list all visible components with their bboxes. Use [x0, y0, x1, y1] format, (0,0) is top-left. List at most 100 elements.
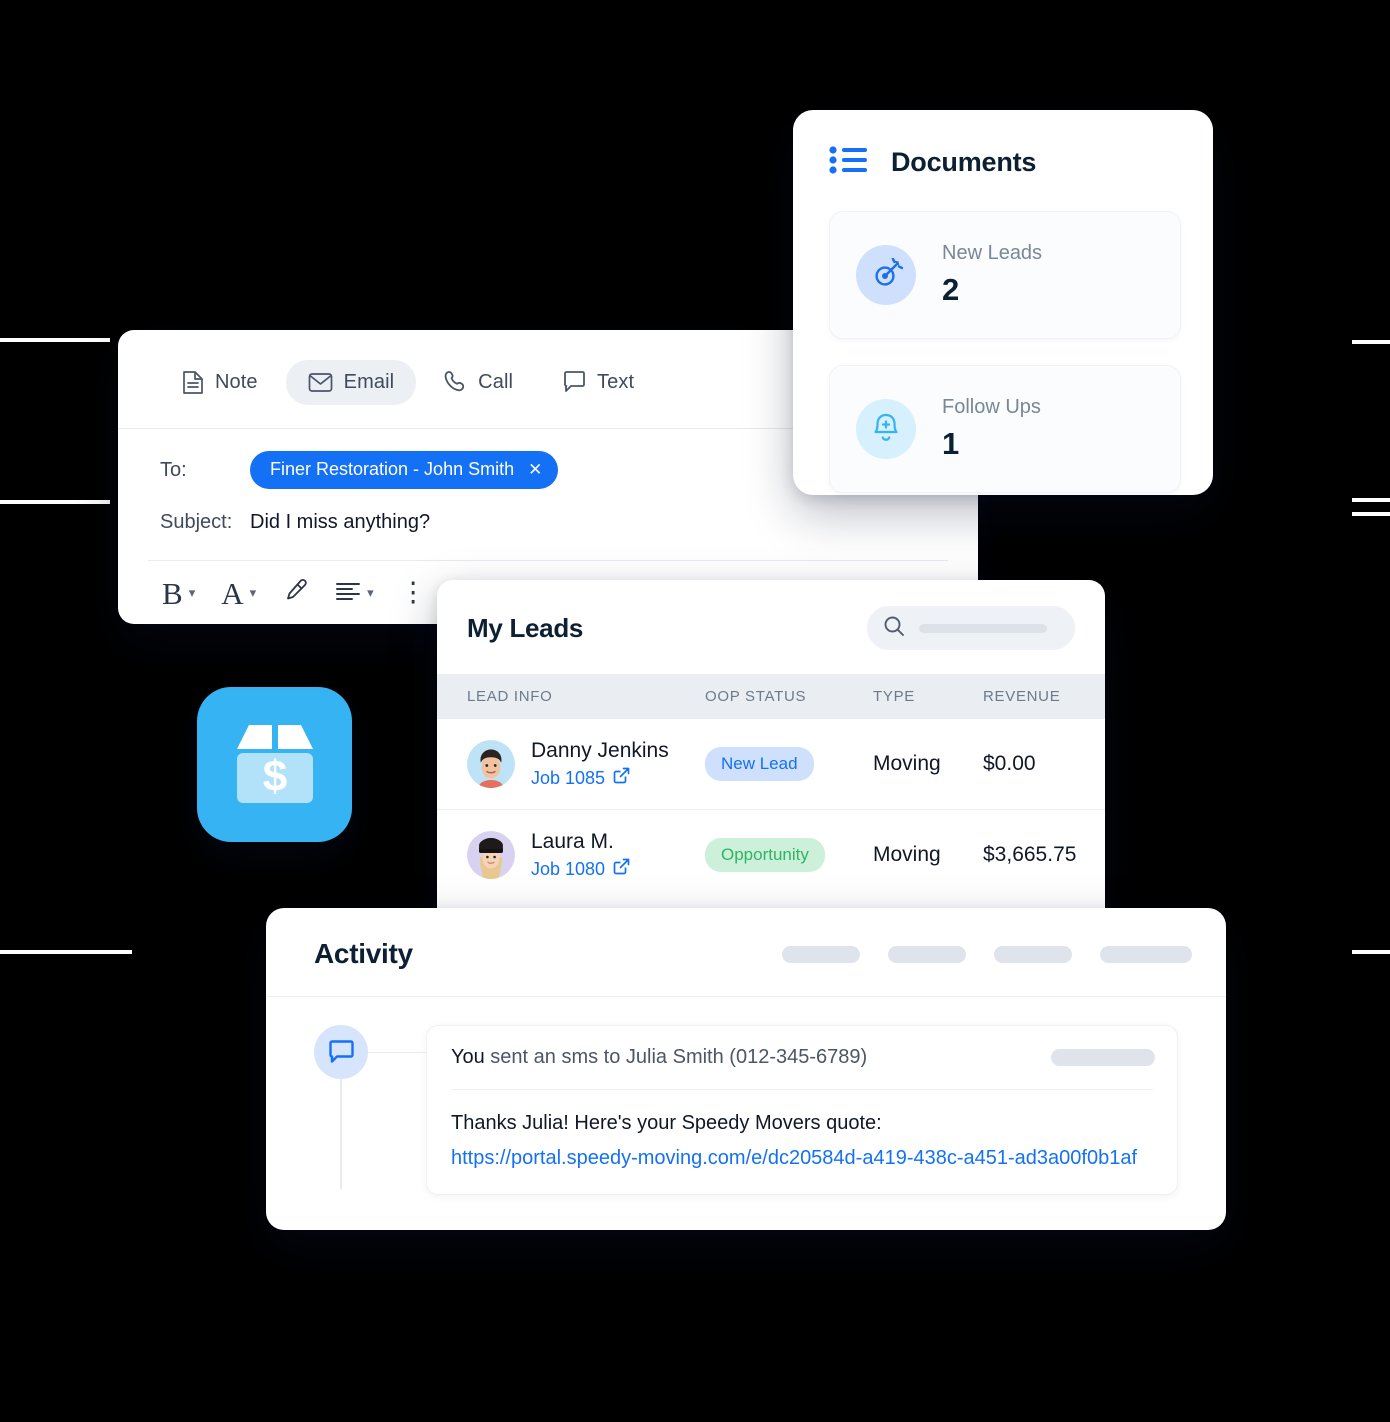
- stat-card-new-leads[interactable]: New Leads 2: [829, 211, 1181, 339]
- edge-tick: [1352, 950, 1390, 954]
- more-tool[interactable]: ⋮: [399, 577, 427, 608]
- table-row[interactable]: Laura M. Job 1080 Opportunity Moving $3,…: [437, 809, 1105, 900]
- bold-glyph: B: [162, 575, 183, 611]
- table-row[interactable]: Danny Jenkins Job 1085 New Lead Moving $…: [437, 719, 1105, 809]
- status-cell: New Lead: [705, 747, 873, 781]
- list-bullets-icon: [829, 146, 867, 179]
- recipient-chip[interactable]: Finer Restoration - John Smith ✕: [250, 451, 559, 489]
- job-link-label: Job 1085: [531, 767, 606, 788]
- my-leads-card: My Leads LEAD INFO OOP STATUS TYPE REVEN…: [437, 580, 1105, 948]
- edge-tick: [0, 338, 110, 342]
- moving-box-dollar-icon: $: [197, 687, 352, 842]
- status-badge: Opportunity: [705, 838, 825, 872]
- leads-table-header: LEAD INFO OOP STATUS TYPE REVENUE: [437, 674, 1105, 719]
- column-lead-info: LEAD INFO: [467, 688, 553, 705]
- activity-card: Activity You sent an sms to Julia Smith …: [266, 908, 1226, 1230]
- lead-name: Danny Jenkins: [531, 739, 669, 762]
- tab-text[interactable]: Text: [541, 359, 656, 405]
- avatar: [467, 831, 515, 879]
- header-placeholder-pill: [994, 945, 1072, 963]
- page-title: My Leads: [467, 612, 584, 643]
- tab-note-label: Note: [215, 370, 258, 393]
- tab-text-label: Text: [597, 370, 635, 393]
- font-tool[interactable]: A ▾: [221, 578, 256, 609]
- documents-title: Documents: [891, 147, 1037, 177]
- tab-call[interactable]: Call: [422, 359, 535, 405]
- search-input[interactable]: [867, 606, 1075, 650]
- activity-timeline-connector: [368, 1052, 426, 1053]
- search-placeholder-bar: [919, 623, 1047, 633]
- lead-name-group: Laura M. Job 1080: [531, 830, 630, 880]
- activity-entry: You sent an sms to Julia Smith (012-345-…: [266, 997, 1226, 1195]
- svg-text:$: $: [262, 752, 286, 801]
- type-cell: Moving: [873, 843, 941, 866]
- tab-note[interactable]: Note: [160, 359, 280, 406]
- activity-message-bubble[interactable]: You sent an sms to Julia Smith (012-345-…: [426, 1025, 1178, 1195]
- lead-info-cell: Danny Jenkins Job 1085: [467, 739, 705, 789]
- activity-message-header: You sent an sms to Julia Smith (012-345-…: [427, 1026, 1177, 1089]
- align-tool[interactable]: ▾: [335, 580, 374, 607]
- revenue-cell: $0.00: [983, 752, 1036, 775]
- activity-summary-rest: sent an sms to Julia Smith (012-345-6789…: [484, 1046, 868, 1068]
- close-icon[interactable]: ✕: [528, 460, 542, 480]
- subject-input[interactable]: Did I miss anything?: [250, 511, 430, 534]
- type-cell: Moving: [873, 752, 941, 775]
- chevron-down-icon: ▾: [367, 585, 374, 600]
- highlighter-tool[interactable]: [282, 577, 309, 609]
- box-dollar-glyph: $: [236, 724, 313, 803]
- highlighter-icon: [282, 577, 309, 609]
- envelope-icon: [308, 372, 333, 393]
- subject-label: Subject:: [160, 511, 233, 533]
- note-icon: [182, 370, 204, 395]
- activity-header: Activity: [266, 908, 1226, 970]
- chat-bubble-icon: [314, 1025, 368, 1079]
- header-placeholder-pill: [888, 945, 966, 963]
- search-icon: [883, 615, 905, 642]
- activity-message-summary: You sent an sms to Julia Smith (012-345-…: [451, 1046, 1051, 1069]
- more-vertical-icon: ⋮: [399, 577, 427, 608]
- chat-bubble-icon: [563, 370, 586, 394]
- align-left-icon: [335, 580, 361, 607]
- edge-tick: [0, 500, 110, 504]
- to-label: To:: [160, 458, 187, 481]
- activity-icon-wrap: [314, 1025, 426, 1195]
- bold-tool[interactable]: B ▾: [162, 578, 195, 609]
- stat-card-follow-ups[interactable]: Follow Ups 1: [829, 365, 1181, 493]
- status-cell: Opportunity: [705, 838, 873, 872]
- tab-call-label: Call: [478, 370, 514, 393]
- status-badge: New Lead: [705, 747, 814, 781]
- job-link[interactable]: Job 1080: [531, 858, 630, 880]
- lead-info-cell: Laura M. Job 1080: [467, 830, 705, 880]
- activity-message-body: Thanks Julia! Here's your Speedy Movers …: [427, 1090, 1177, 1194]
- header-placeholder-pill: [1100, 945, 1192, 963]
- external-link-icon: [613, 858, 630, 880]
- subject-field-row[interactable]: Subject: Did I miss anything?: [118, 489, 978, 534]
- job-link-label: Job 1080: [531, 858, 606, 879]
- activity-title: Activity: [314, 938, 413, 969]
- font-glyph: A: [221, 575, 244, 611]
- column-oop-status: OOP STATUS: [705, 688, 807, 705]
- documents-header: Documents: [793, 110, 1213, 179]
- screenshot-stage: $ Note Email Call Text To: Finer Restora…: [0, 0, 1390, 1422]
- edge-tick: [0, 950, 132, 954]
- activity-message-link[interactable]: https://portal.speedy-moving.com/e/dc205…: [451, 1147, 1153, 1170]
- job-link[interactable]: Job 1085: [531, 767, 669, 789]
- phone-icon: [444, 370, 467, 394]
- stat-text-group: Follow Ups 1: [942, 396, 1041, 462]
- revenue-cell: $3,665.75: [983, 843, 1077, 866]
- bell-plus-icon: [856, 399, 916, 459]
- my-leads-header: My Leads: [437, 580, 1105, 674]
- stat-label: Follow Ups: [942, 396, 1041, 418]
- recipient-chip-label: Finer Restoration - John Smith: [270, 459, 515, 479]
- tab-email-label: Email: [343, 370, 395, 393]
- edge-tick: [1352, 498, 1390, 502]
- tab-email[interactable]: Email: [285, 359, 417, 405]
- column-revenue: REVENUE: [983, 688, 1061, 705]
- stat-label: New Leads: [942, 242, 1043, 264]
- lead-name: Laura M.: [531, 830, 614, 853]
- activity-actor: You: [451, 1046, 485, 1068]
- target-icon: [856, 245, 916, 305]
- chevron-down-icon: ▾: [249, 585, 257, 600]
- lead-name-group: Danny Jenkins Job 1085: [531, 739, 669, 789]
- activity-message-text: Thanks Julia! Here's your Speedy Movers …: [451, 1112, 882, 1134]
